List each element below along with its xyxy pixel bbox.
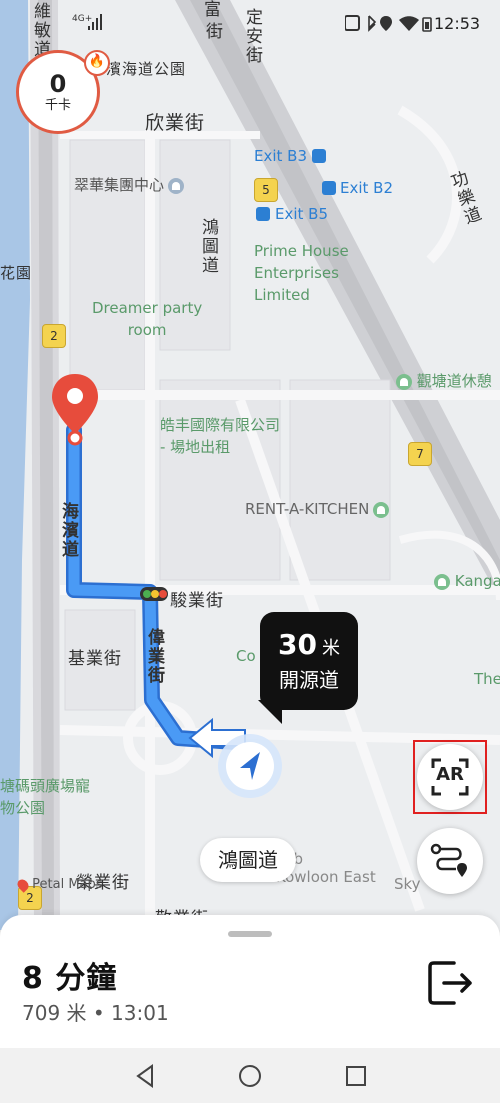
tree-icon (396, 373, 412, 390)
signal-icon (88, 14, 102, 30)
destination-pin-icon[interactable] (50, 372, 100, 447)
separator-dot: • (92, 1001, 105, 1025)
current-street-pill[interactable]: 鴻圖道 (200, 838, 296, 882)
street-label-junye: 駿業街 (170, 591, 224, 611)
route-shield-5: 5 (254, 178, 278, 202)
arrival-time: 13:01 (111, 1001, 169, 1025)
route-shield-7: 7 (408, 442, 432, 466)
street-label-weiye: 偉業街 (144, 628, 164, 685)
street-label-haibin: 海濱道 (58, 502, 78, 559)
turn-instruction: 30 米 開源道 (258, 612, 358, 724)
street-label-park: 濱海道公園 (106, 60, 187, 78)
calorie-unit: 千卡 (44, 98, 71, 113)
poi-co[interactable]: Co (236, 645, 256, 667)
mtr-icon (256, 207, 270, 221)
fire-icon: 🔥 (84, 50, 110, 76)
current-location-icon (218, 734, 282, 798)
home-icon[interactable] (238, 1064, 262, 1088)
status-bar: 4G+ 12:53 (0, 0, 500, 44)
route-overview-button[interactable] (417, 828, 483, 894)
poi-guantang[interactable]: 觀塘道休憩 (392, 370, 492, 392)
instruction-unit: 米 (322, 638, 341, 659)
exit-navigation-button[interactable] (426, 959, 476, 1007)
exit-b5[interactable]: Exit B5 (275, 205, 328, 223)
tree-icon (373, 501, 390, 518)
bluetooth-icon (368, 15, 377, 32)
street-label-honghong: 鴻圖道 (198, 218, 218, 275)
poi-haofeng[interactable]: 皓丰國際有限公司 - 場地出租 (160, 414, 280, 458)
trip-summary-panel[interactable]: 8 分鐘 709 米 • 13:01 (0, 915, 500, 1050)
calorie-value: 0 (49, 70, 67, 98)
poi-kanga[interactable]: Kanga (430, 570, 500, 592)
building-icon (168, 177, 185, 194)
back-icon[interactable] (134, 1064, 156, 1088)
street-label-yanye: 欣業街 (145, 112, 206, 134)
nfc-icon (345, 15, 360, 31)
ar-label: AR (436, 764, 464, 785)
poi-cuihua[interactable]: 翠華集團中心 (74, 174, 185, 196)
wifi-icon (399, 16, 419, 31)
clock: 12:53 (434, 14, 481, 33)
poi-tangmatou[interactable]: 塘碼頭廣場寵 物公園 (0, 775, 90, 819)
drag-handle[interactable] (228, 931, 272, 937)
instruction-distance: 30 (277, 628, 317, 661)
route-overview-icon (430, 843, 467, 877)
system-nav-bar (0, 1048, 500, 1103)
instruction-street: 開源道 (279, 668, 339, 692)
street-label-jiye: 基業街 (68, 649, 122, 669)
trip-details: 709 米 • 13:01 (22, 997, 169, 1026)
exit-b2[interactable]: Exit B2 (340, 179, 393, 197)
exit-b3[interactable]: Exit B3 (254, 147, 307, 165)
poi-rent-a-kitchen[interactable]: RENT-A-KITCHEN (245, 498, 390, 520)
pin-icon (15, 876, 31, 893)
mtr-icon (322, 181, 336, 195)
status-icons (345, 15, 432, 32)
tree-icon (434, 573, 450, 590)
poi-sky[interactable]: Sky (394, 873, 421, 895)
poi-prime-house[interactable]: Prime House Enterprises Limited (254, 240, 349, 306)
poi-dreamer[interactable]: Dreamer party room (92, 297, 202, 341)
petal-maps-watermark: Petal Maps (15, 876, 103, 893)
poi-the[interactable]: The (474, 668, 500, 690)
location-icon (380, 16, 392, 31)
street-label-huayuan: 花園 (0, 264, 33, 282)
recents-icon[interactable] (345, 1065, 367, 1087)
trip-distance: 709 米 (22, 1001, 87, 1025)
ar-button[interactable]: AR (417, 744, 483, 810)
route-shield-2: 2 (42, 324, 66, 348)
mtr-icon (312, 149, 326, 163)
trip-duration: 8 分鐘 (22, 961, 118, 996)
